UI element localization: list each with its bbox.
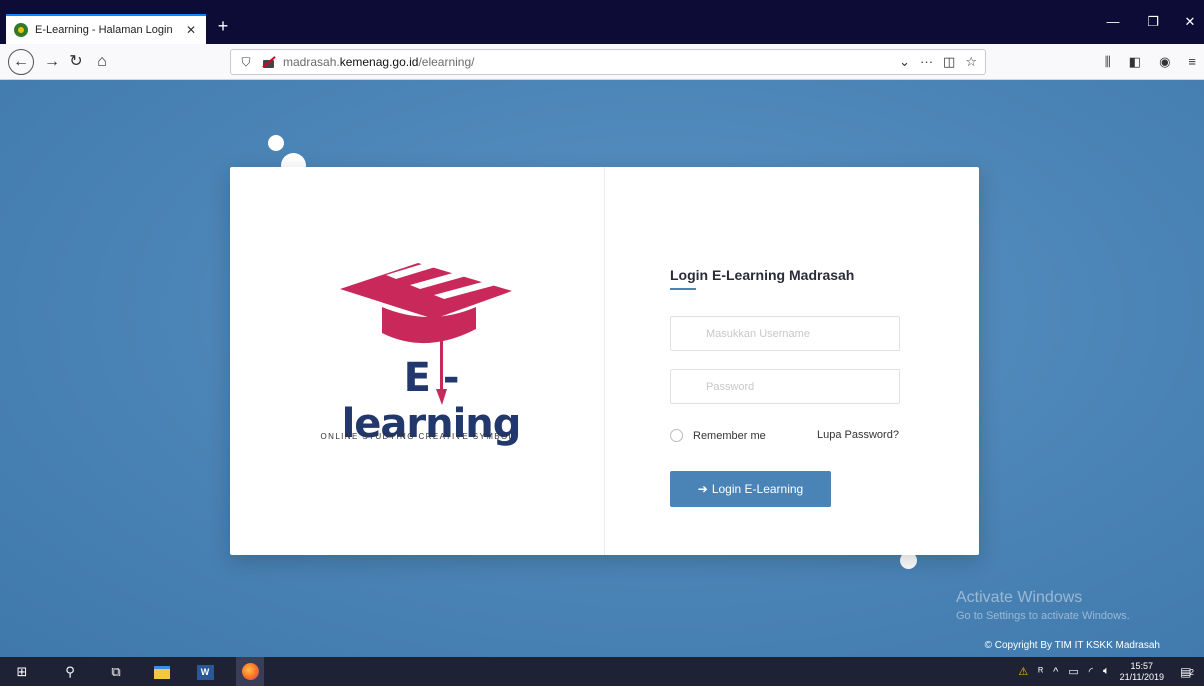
login-page: E - learning ONLINE STUDYING CREATIVE SY…: [0, 80, 1204, 657]
chevron-down-icon[interactable]: ⌄: [899, 54, 910, 70]
forgot-password-link[interactable]: Lupa Password?: [817, 429, 899, 441]
password-input[interactable]: [670, 369, 900, 404]
word-icon[interactable]: W: [195, 662, 215, 682]
menu-icon[interactable]: ≡: [1188, 54, 1196, 70]
copyright-text: © Copyright By TIM IT KSKK Madrasah: [984, 640, 1160, 651]
search-icon[interactable]: ⚲: [60, 662, 80, 682]
system-clock[interactable]: 15:57 21/11/2019: [1120, 661, 1164, 683]
branding-panel: E - learning ONLINE STUDYING CREATIVE SY…: [230, 167, 605, 555]
decorative-dot: [268, 135, 284, 151]
task-view-icon[interactable]: ⧉: [106, 662, 126, 682]
watermark-subtitle: Go to Settings to activate Windows.: [956, 610, 1130, 622]
firefox-icon[interactable]: [236, 657, 264, 686]
browser-tab[interactable]: E-Learning - Halaman Login ✕: [6, 14, 206, 44]
activate-windows-watermark: Activate Windows Go to Settings to activ…: [956, 589, 1130, 622]
url-text: madrasah.kemenag.go.id/elearning/: [283, 55, 475, 69]
bookmark-star-icon[interactable]: ☆: [965, 54, 977, 70]
file-explorer-icon[interactable]: [152, 662, 172, 682]
update-alert-icon[interactable]: ⚠: [1018, 665, 1028, 678]
show-hidden-icons[interactable]: ^: [1053, 666, 1058, 678]
wifi-icon[interactable]: ◜: [1089, 665, 1093, 678]
site-favicon-icon: [14, 23, 28, 37]
title-underline: [670, 288, 696, 290]
pocket-icon[interactable]: ◫: [943, 54, 955, 70]
tracking-shield-icon[interactable]: ⛉: [239, 55, 253, 69]
notifications-icon[interactable]: ▤ 2: [1177, 662, 1197, 682]
windows-start-icon[interactable]: ⊞: [12, 662, 32, 682]
battery-icon[interactable]: ▭: [1068, 665, 1078, 678]
tab-title: E-Learning - Halaman Login: [35, 24, 173, 36]
login-form-panel: Login E-Learning Madrasah Remember me Lu…: [605, 167, 979, 555]
browser-tab-bar: E-Learning - Halaman Login ✕ + — ❐ ✕: [0, 0, 1204, 44]
username-input[interactable]: [670, 316, 900, 351]
browser-nav-bar: ← → ↻ ⌂ ⛉ madrasah.kemenag.go.id/elearni…: [0, 44, 1204, 80]
sign-in-icon: ➔: [697, 482, 708, 496]
library-icon[interactable]: ⫼: [1105, 54, 1111, 70]
forward-button[interactable]: →: [40, 50, 64, 74]
new-tab-button[interactable]: +: [213, 16, 233, 36]
reload-button[interactable]: ↻: [64, 50, 88, 74]
back-button[interactable]: ←: [8, 49, 34, 75]
address-bar[interactable]: ⛉ madrasah.kemenag.go.id/elearning/ ⌄ ··…: [230, 49, 986, 75]
watermark-title: Activate Windows: [956, 589, 1083, 606]
account-icon[interactable]: ◉: [1159, 54, 1170, 70]
login-button[interactable]: ➔ Login E-Learning: [670, 471, 831, 507]
sidebar-icon[interactable]: ◧: [1129, 54, 1141, 70]
login-button-label: Login E-Learning: [711, 482, 804, 496]
login-card: E - learning ONLINE STUDYING CREATIVE SY…: [230, 167, 979, 555]
remember-me-radio[interactable]: [670, 429, 683, 442]
page-actions-icon[interactable]: ···: [920, 54, 933, 70]
home-button[interactable]: ⌂: [90, 50, 114, 74]
logo-tagline: ONLINE STUDYING CREATIVE SYMBOL: [320, 432, 515, 441]
minimize-button[interactable]: —: [1103, 14, 1123, 29]
login-title: Login E-Learning Madrasah: [670, 267, 855, 283]
elearning-logo: E - learning: [326, 255, 536, 447]
tab-close-icon[interactable]: ✕: [184, 23, 198, 37]
people-icon[interactable]: ᴿ: [1038, 666, 1043, 678]
remember-me-label: Remember me: [693, 429, 766, 442]
insecure-lock-icon[interactable]: [261, 55, 277, 69]
restore-button[interactable]: ❐: [1143, 14, 1163, 30]
window-close-button[interactable]: ✕: [1180, 14, 1200, 30]
system-tray: ⚠ ᴿ ^ ▭ ◜ 🔈︎ 15:57 21/11/2019: [1018, 657, 1164, 686]
windows-taskbar: ⊞ ⚲ ⧉ W ⚠ ᴿ ^ ▭ ◜ 🔈︎ 15:57 21/11/2019 ▤ 2: [0, 657, 1204, 686]
volume-icon[interactable]: 🔈︎: [1103, 665, 1110, 678]
remember-me[interactable]: Remember me: [670, 429, 766, 442]
